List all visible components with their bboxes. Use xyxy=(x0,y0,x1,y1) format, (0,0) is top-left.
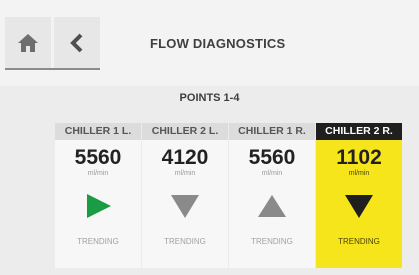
chiller-card[interactable]: CHILLER 2 L. 4120 ml/min TRENDING xyxy=(142,123,228,268)
trending-label: TRENDING xyxy=(338,237,380,246)
triangle-up-icon xyxy=(258,195,286,217)
home-button[interactable] xyxy=(5,17,51,69)
triangle-down-icon xyxy=(345,195,373,218)
trend-arrow xyxy=(316,191,402,221)
trending-label: TRENDING xyxy=(251,237,293,246)
trend-arrow xyxy=(229,191,315,221)
trend-arrow xyxy=(55,191,141,221)
flow-value: 1102 xyxy=(336,146,382,169)
chiller-name: CHILLER 2 R. xyxy=(316,123,402,140)
chiller-card[interactable]: CHILLER 1 L. 5560 ml/min TRENDING xyxy=(55,123,141,268)
chevron-left-icon xyxy=(70,33,83,53)
nav-underline xyxy=(5,68,100,70)
chiller-card-selected[interactable]: CHILLER 2 R. 1102 ml/min TRENDING xyxy=(316,123,402,268)
trending-label: TRENDING xyxy=(77,237,119,246)
play-right-icon xyxy=(87,194,111,218)
flow-unit: ml/min xyxy=(87,170,109,177)
trend-arrow xyxy=(142,191,228,221)
chiller-name: CHILLER 1 L. xyxy=(55,123,141,140)
chiller-name: CHILLER 1 R. xyxy=(229,123,315,140)
flow-value: 4120 xyxy=(161,146,209,169)
flow-value: 5560 xyxy=(74,146,122,169)
chiller-card[interactable]: CHILLER 1 R. 5560 ml/min TRENDING xyxy=(229,123,315,268)
header-bar: FLOW DIAGNOSTICS xyxy=(0,0,419,86)
points-section-title: POINTS 1-4 xyxy=(179,92,240,104)
triangle-down-icon xyxy=(171,195,199,218)
flow-unit: ml/min xyxy=(261,170,283,177)
home-icon xyxy=(18,34,38,52)
flow-value: 5560 xyxy=(248,146,296,169)
page-title: FLOW DIAGNOSTICS xyxy=(150,36,286,51)
flow-unit: ml/min xyxy=(348,170,370,177)
trending-label: TRENDING xyxy=(164,237,206,246)
flow-unit: ml/min xyxy=(174,170,196,177)
back-button[interactable] xyxy=(54,17,100,69)
chiller-name: CHILLER 2 L. xyxy=(142,123,228,140)
